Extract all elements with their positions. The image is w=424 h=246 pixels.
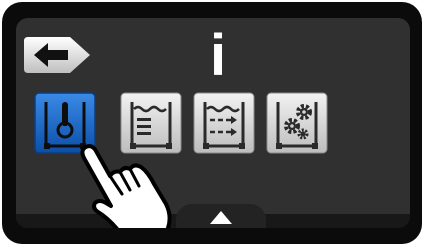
chevron-up-icon (210, 211, 232, 224)
tank-settings-icon (266, 92, 328, 154)
info-symbol: i (209, 23, 227, 88)
arrow-left-icon (24, 37, 90, 73)
hand-pointer-icon (78, 142, 196, 228)
tile-tank-settings[interactable] (266, 92, 328, 154)
back-button[interactable] (22, 34, 92, 76)
device-frame: i (2, 2, 422, 244)
display-screen: i (16, 18, 410, 228)
tile-tank-circulation[interactable] (193, 92, 255, 154)
tank-circulation-icon (193, 92, 255, 154)
